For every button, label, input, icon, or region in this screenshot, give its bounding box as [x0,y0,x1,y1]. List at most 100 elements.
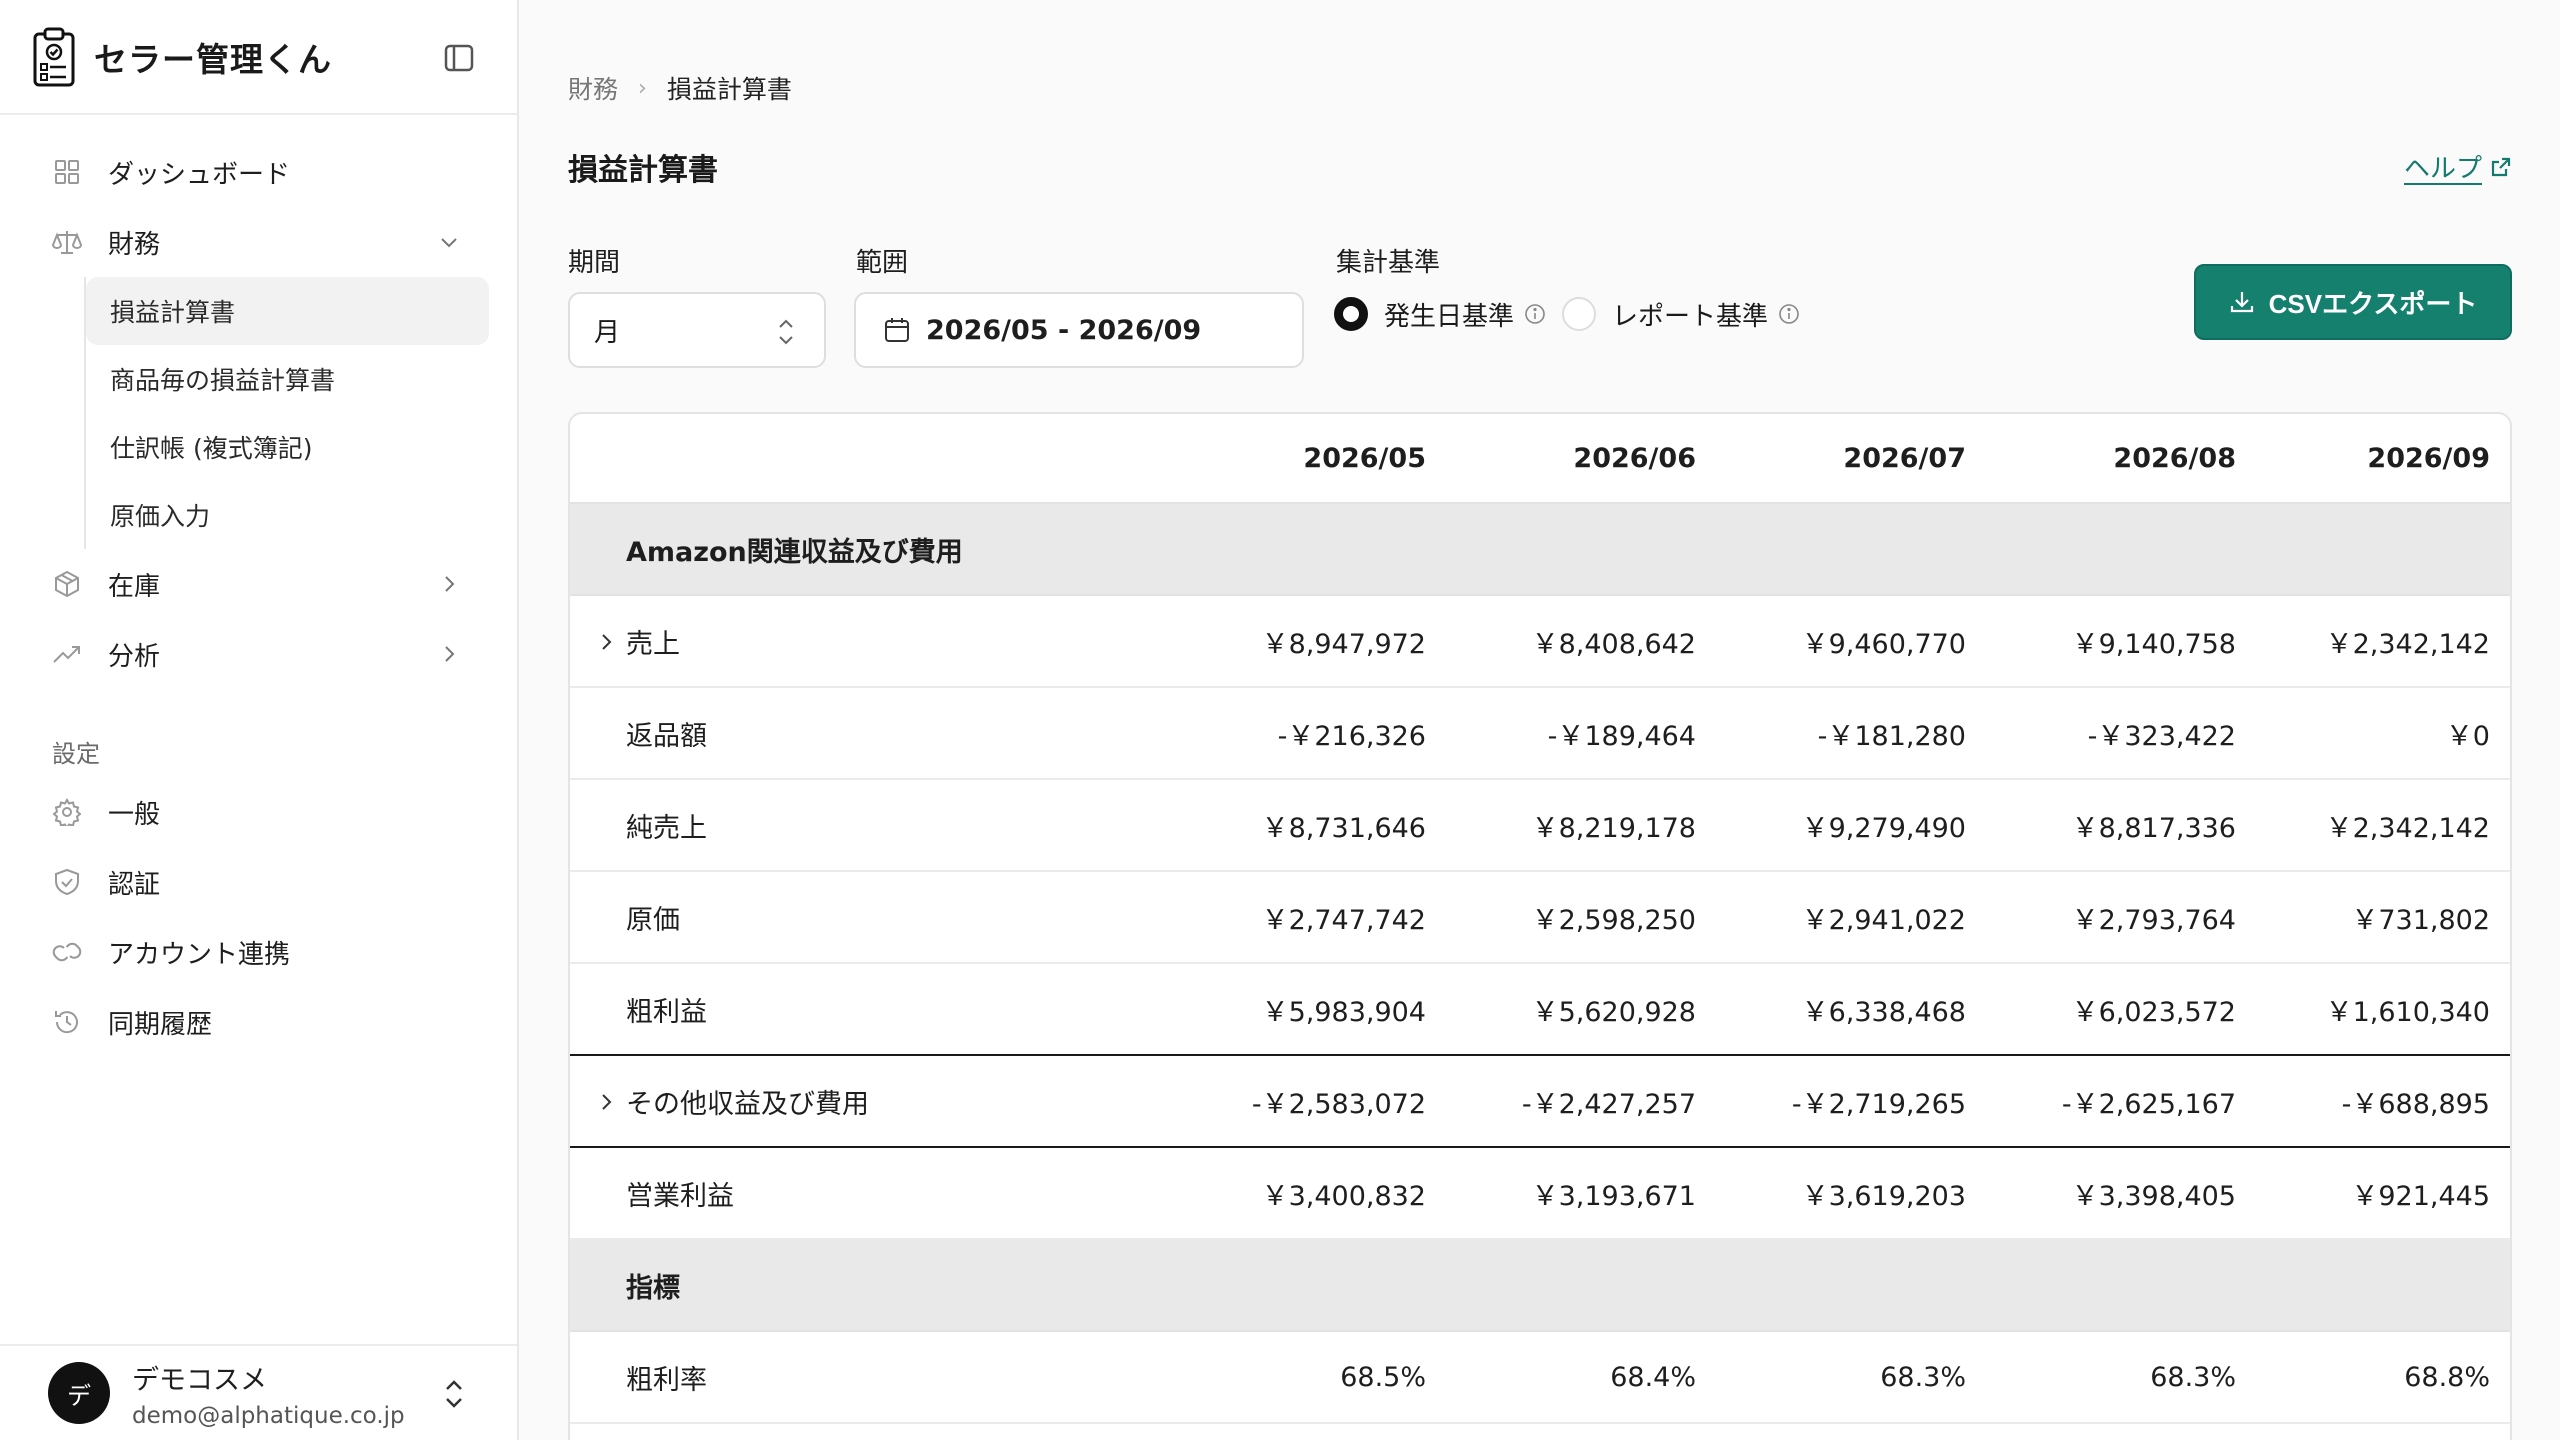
app-name: セラー管理くん [94,39,332,79]
table-cell: -￥2,719,265 [1791,1088,1966,1120]
sidebar-toggle-icon[interactable] [443,42,475,74]
table-cell: ￥9,460,770 [1801,628,1966,660]
radio-report-label: レポート基準 [1612,301,1769,332]
csv-export-button[interactable]: CSVエクスポート [2194,264,2512,340]
table-cell: -￥2,427,257 [1521,1088,1696,1120]
chevron-down-icon [441,238,457,248]
table-cell: -￥323,422 [2087,720,2236,752]
table-cell: ￥731,802 [2351,904,2490,936]
table-row: 原価 ￥2,747,742 ￥2,598,250 ￥2,941,022 ￥2,793,7… [570,872,2510,964]
table-cell: ￥3,400,832 [1261,1180,1426,1212]
table-cell: ￥2,793,764 [2071,904,2236,936]
table-cell: ￥6,023,572 [2071,996,2236,1028]
user-menu[interactable]: デ デモコスメ demo@alphatique.co.jp [0,1344,517,1440]
table-cell: -￥216,326 [1277,720,1426,752]
nav-item-account-link[interactable]: アカウント連携 [0,917,517,987]
chevron-right-icon [445,646,455,662]
nav-item-analysis[interactable]: 分析 [0,619,517,689]
chevron-right-icon[interactable] [596,630,616,654]
download-icon [2230,292,2253,313]
table-cell: -￥2,625,167 [2061,1088,2236,1120]
info-icon[interactable] [1524,303,1546,325]
user-info: デモコスメ demo@alphatique.co.jp [132,1358,405,1429]
nav-label-auth: 認証 [108,869,161,900]
breadcrumb: 財務 › 損益計算書 [568,70,792,106]
table-cell: 68.8% [2404,1361,2490,1393]
nav-label-account-link: アカウント連携 [108,939,291,970]
table-row: 営業利益 ￥3,400,832 ￥3,193,671 ￥3,619,203 ￥3,398… [570,1148,2510,1240]
breadcrumb-separator-icon: › [638,75,647,101]
row-label: 純売上 [626,812,707,844]
nav-label-analysis: 分析 [108,641,161,672]
help-link[interactable]: ヘルプ [2404,148,2512,185]
period-select-value: 月 [594,317,621,348]
nav-item-dashboard[interactable]: ダッシュボード [0,137,517,207]
table-cell: -￥181,280 [1817,720,1966,752]
table-cell: 68.4% [1610,1361,1696,1393]
table-cell: ￥2,598,250 [1531,904,1696,936]
row-label: 粗利率 [626,1364,707,1396]
shield-check-icon [52,867,82,897]
box-icon [52,569,82,599]
table-cell: -￥189,464 [1547,720,1696,752]
table-cell: ￥2,342,142 [2325,628,2490,660]
table-cell: 68.5% [1340,1361,1426,1393]
trending-up-icon [52,639,82,669]
basis-label: 集計基準 [1336,248,1441,278]
user-name: デモコスメ [132,1364,267,1396]
table-group-row: 指標 [570,1240,2510,1332]
column-header: 2026/08 [2113,442,2236,474]
table-cell: ￥2,941,022 [1801,904,1966,936]
table-cell: ￥6,338,468 [1801,996,1966,1028]
radio-occurrence-basis[interactable] [1334,297,1368,331]
page-title: 損益計算書 [568,153,718,188]
table-cell: -￥688,895 [2341,1088,2490,1120]
table-row[interactable]: 売上 ￥8,947,972 ￥8,408,642 ￥9,460,770 ￥9,140,7… [570,596,2510,688]
nav-label-dashboard: ダッシュボード [108,159,291,190]
grid-icon [52,157,82,187]
settings-section-label: 設定 [52,739,100,768]
history-icon [52,1007,82,1037]
nav-item-auth[interactable]: 認証 [0,847,517,917]
table-cell: ￥9,140,758 [2071,628,2236,660]
table-row[interactable]: その他収益及び費用 -￥2,583,072 -￥2,427,257 -￥2,719,2… [570,1056,2510,1148]
breadcrumb-current: 損益計算書 [666,75,792,104]
sub-item-pl[interactable]: 損益計算書 [86,277,489,345]
table-row: 粗利率 68.5% 68.4% 68.3% 68.3% 68.8% [570,1332,2510,1424]
sub-item-journal[interactable]: 仕訳帳 (複式簿記) [86,413,489,481]
sub-item-product-pl[interactable]: 商品毎の損益計算書 [86,345,489,413]
table-cell: ￥3,193,671 [1531,1180,1696,1212]
radio-report-basis[interactable] [1562,297,1597,331]
table-cell: -￥2,583,072 [1251,1088,1426,1120]
group-label: 指標 [626,1272,680,1304]
table-row: 返品額 -￥216,326 -￥189,464 -￥181,280 -￥323,422 ￥… [570,688,2510,780]
chevrons-up-down-icon [779,319,793,345]
table-header-row: 2026/05 2026/06 2026/07 2026/08 2026/09 [570,414,2510,504]
sub-item-cost-input[interactable]: 原価入力 [86,481,489,549]
table-cell: 68.3% [2150,1361,2236,1393]
nav-item-inventory[interactable]: 在庫 [0,549,517,619]
row-label: 粗利益 [626,996,707,1028]
row-label: 売上 [626,628,680,660]
table-cell: ￥8,408,642 [1531,628,1696,660]
calendar-icon [885,318,909,342]
info-icon[interactable] [1778,303,1800,325]
nav-item-general[interactable]: 一般 [0,777,517,847]
column-header: 2026/09 [2367,442,2490,474]
table-cell: ￥3,398,405 [2071,1180,2236,1212]
table-row: 粗利益 ￥5,983,904 ￥5,620,928 ￥6,338,468 ￥6,023,… [570,964,2510,1056]
table-cell: 68.3% [1880,1361,1966,1393]
period-select[interactable]: 月 [568,292,826,368]
nav-label-finance: 財務 [108,229,161,260]
table-cell: ￥2,342,142 [2325,812,2490,844]
gear-icon [52,797,82,827]
period-label: 期間 [568,248,621,278]
breadcrumb-parent[interactable]: 財務 [568,70,618,106]
nav-item-sync-history[interactable]: 同期履歴 [0,987,517,1057]
date-range-picker[interactable]: 2026/05 - 2026/09 [854,292,1304,368]
table-cell: ￥9,279,490 [1801,812,1966,844]
scale-icon [52,227,82,257]
nav-item-finance[interactable]: 財務 [0,207,517,277]
user-email: demo@alphatique.co.jp [132,1402,405,1429]
chevron-right-icon[interactable] [596,1090,616,1114]
